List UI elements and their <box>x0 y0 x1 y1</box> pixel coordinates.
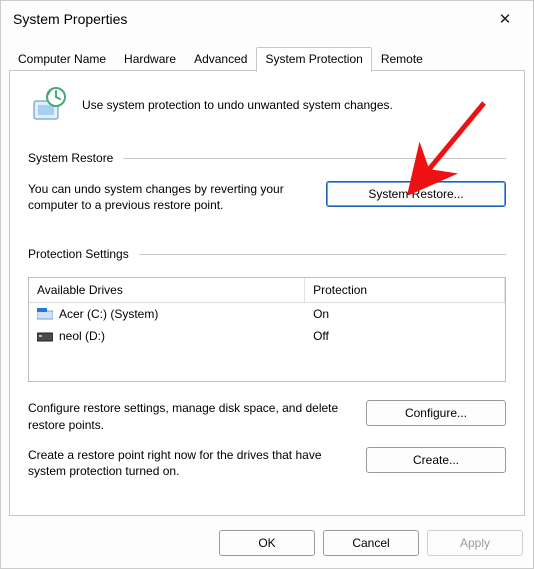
protection-cell: On <box>305 303 505 325</box>
system-protection-panel: Use system protection to undo unwanted s… <box>9 71 525 516</box>
create-button[interactable]: Create... <box>366 447 506 473</box>
system-restore-description: You can undo system changes by reverting… <box>28 181 306 213</box>
create-row: Create a restore point right now for the… <box>28 447 506 479</box>
close-icon[interactable]: ✕ <box>489 10 521 28</box>
window-title: System Properties <box>13 11 489 27</box>
divider <box>123 158 506 159</box>
tab-system-protection[interactable]: System Protection <box>256 47 371 72</box>
drive-cell: neol (D:) <box>29 325 305 347</box>
tab-hardware[interactable]: Hardware <box>115 47 185 71</box>
drive-system-icon <box>37 308 53 320</box>
drive-name: Acer (C:) (System) <box>59 307 158 321</box>
ok-button[interactable]: OK <box>219 530 315 556</box>
divider <box>139 254 506 255</box>
tab-advanced[interactable]: Advanced <box>185 47 256 71</box>
system-restore-header: System Restore <box>28 151 506 165</box>
drives-table-header: Available Drives Protection <box>29 278 505 303</box>
drive-cell: Acer (C:) (System) <box>29 303 305 325</box>
intro-text: Use system protection to undo unwanted s… <box>82 98 393 112</box>
configure-button[interactable]: Configure... <box>366 400 506 426</box>
protection-cell: Off <box>305 325 505 347</box>
titlebar: System Properties ✕ <box>1 1 533 37</box>
cancel-button[interactable]: Cancel <box>323 530 419 556</box>
configure-text: Configure restore settings, manage disk … <box>28 400 346 432</box>
system-restore-heading: System Restore <box>28 151 113 165</box>
table-row[interactable]: Acer (C:) (System) On <box>29 303 505 325</box>
system-restore-row: You can undo system changes by reverting… <box>28 181 506 213</box>
dialog-button-bar: OK Cancel Apply <box>1 522 533 568</box>
column-protection[interactable]: Protection <box>305 278 505 302</box>
drives-table-body: Acer (C:) (System) On neol (D:) Off <box>29 303 505 381</box>
drive-name: neol (D:) <box>59 329 105 343</box>
apply-button[interactable]: Apply <box>427 530 523 556</box>
system-restore-button[interactable]: System Restore... <box>326 181 506 207</box>
drives-table: Available Drives Protection Acer (C:) (S… <box>28 277 506 382</box>
table-row[interactable]: neol (D:) Off <box>29 325 505 347</box>
column-available-drives[interactable]: Available Drives <box>29 278 305 302</box>
create-text: Create a restore point right now for the… <box>28 447 346 479</box>
tab-remote[interactable]: Remote <box>372 47 432 71</box>
intro-row: Use system protection to undo unwanted s… <box>28 85 506 125</box>
system-properties-window: System Properties ✕ Computer Name Hardwa… <box>0 0 534 569</box>
protection-settings-header: Protection Settings <box>28 247 506 261</box>
configure-row: Configure restore settings, manage disk … <box>28 400 506 432</box>
system-protection-icon <box>28 85 68 125</box>
protection-settings-heading: Protection Settings <box>28 247 129 261</box>
tab-strip: Computer Name Hardware Advanced System P… <box>1 47 533 71</box>
drive-icon <box>37 330 53 342</box>
tab-computer-name[interactable]: Computer Name <box>9 47 115 71</box>
